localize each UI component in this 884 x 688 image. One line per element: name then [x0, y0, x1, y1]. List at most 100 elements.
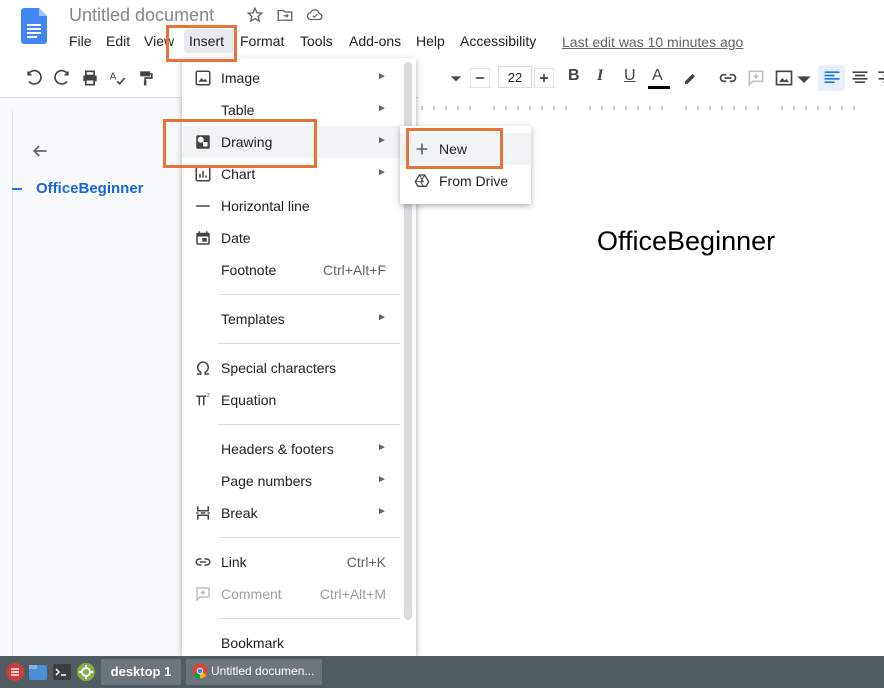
horizontal-ruler[interactable]	[418, 97, 884, 112]
menu-item-shortcut: Ctrl+Alt+F	[322, 262, 386, 278]
submenu-arrow-icon: ►	[377, 103, 387, 114]
menu-item-label: Table	[221, 102, 255, 118]
align-center-icon[interactable]	[850, 68, 870, 88]
outline-heading-item[interactable]: OfficeBeginner	[36, 180, 144, 197]
menu-item-footnote[interactable]: Footnote Ctrl+Alt+F	[182, 254, 404, 286]
font-size-input[interactable]: 22	[498, 66, 532, 88]
calendar-icon	[194, 229, 212, 247]
redo-icon[interactable]	[52, 68, 72, 88]
break-icon	[194, 504, 212, 522]
chrome-icon	[192, 663, 208, 679]
svg-text:A: A	[110, 72, 117, 83]
font-dropdown-icon[interactable]	[446, 68, 461, 88]
image-dropdown-icon[interactable]	[794, 68, 811, 88]
text-color-button[interactable]: A	[652, 67, 663, 85]
outline-current-marker	[12, 188, 22, 190]
file-manager-icon[interactable]	[28, 662, 48, 682]
last-edit-link[interactable]: Last edit was 10 minutes ago	[562, 34, 743, 50]
comment-icon	[194, 585, 212, 603]
menu-item-templates[interactable]: Templates ►	[182, 303, 404, 335]
menu-item-label: Comment	[221, 586, 282, 602]
menu-item-label: Footnote	[221, 262, 277, 278]
align-left-icon[interactable]	[822, 68, 842, 88]
spellcheck-icon[interactable]: A	[108, 68, 128, 88]
menu-tools[interactable]: Tools	[300, 33, 333, 49]
submenu-arrow-icon: ►	[377, 506, 387, 517]
menu-addons[interactable]: Add-ons	[349, 33, 401, 49]
menu-item-horizontal-line[interactable]: Horizontal line	[182, 190, 404, 222]
menu-item-bookmark[interactable]: Bookmark	[182, 627, 404, 659]
app-menu-icon[interactable]	[5, 662, 25, 682]
menu-divider	[218, 343, 400, 344]
menu-item-label: Break	[221, 505, 258, 521]
svg-text:2: 2	[207, 393, 210, 399]
menu-item-date[interactable]: Date	[182, 222, 404, 254]
move-folder-icon[interactable]	[276, 6, 294, 24]
submenu-arrow-icon: ►	[377, 167, 387, 178]
menu-item-comment[interactable]: Comment Ctrl+Alt+M	[182, 578, 404, 610]
menu-item-equation[interactable]: 2 Equation	[182, 384, 404, 416]
menu-item-label: Date	[221, 230, 251, 246]
menu-divider	[218, 537, 400, 538]
pi-icon: 2	[194, 391, 212, 409]
settings-gear-icon[interactable]	[76, 662, 96, 682]
menu-item-label: Headers & footers	[221, 441, 334, 457]
menu-item-shortcut: Ctrl+Alt+M	[319, 586, 386, 602]
document-title[interactable]: Untitled document	[69, 5, 214, 26]
submenu-arrow-icon: ►	[377, 474, 387, 485]
horizontal-line-icon	[194, 197, 212, 215]
decrease-font-size-icon[interactable]	[470, 68, 490, 88]
menu-item-image[interactable]: Image ►	[182, 62, 404, 94]
submenu-arrow-icon: ►	[377, 312, 387, 323]
menu-item-label: Equation	[221, 392, 277, 408]
submenu-arrow-icon: ►	[377, 442, 387, 453]
drive-icon	[414, 173, 430, 189]
menu-item-page-numbers[interactable]: Page numbers ►	[182, 465, 404, 497]
align-right-icon[interactable]	[876, 68, 884, 88]
insert-image-icon[interactable]	[774, 68, 794, 88]
highlight-box-drawing	[163, 119, 317, 168]
menu-item-shortcut: Ctrl+K	[346, 554, 386, 570]
menu-item-special-characters[interactable]: Special characters	[182, 352, 404, 384]
vertical-ruler[interactable]	[0, 111, 13, 656]
docs-logo-icon[interactable]	[21, 8, 47, 44]
submenu-arrow-icon: ►	[377, 71, 387, 82]
undo-icon[interactable]	[24, 68, 44, 88]
text-color-swatch	[648, 86, 670, 89]
menu-item-label: Image	[221, 70, 260, 86]
add-comment-icon[interactable]	[746, 68, 766, 88]
menu-divider	[218, 424, 400, 425]
menu-format[interactable]: Format	[240, 33, 284, 49]
omega-icon	[194, 359, 212, 377]
menu-divider	[218, 618, 400, 619]
submenu-item-from-drive[interactable]: From Drive	[400, 165, 531, 197]
highlight-icon[interactable]	[680, 68, 700, 88]
terminal-icon[interactable]	[52, 662, 72, 682]
taskbar-window-title: Untitled documen...	[211, 664, 315, 678]
menu-item-label: Page numbers	[221, 473, 313, 489]
menu-file[interactable]: File	[69, 33, 92, 49]
menu-item-link[interactable]: Link Ctrl+K	[182, 546, 404, 578]
print-icon[interactable]	[80, 68, 100, 88]
highlight-box-insert	[166, 25, 237, 62]
menu-item-label: Horizontal line	[221, 198, 310, 214]
underline-button[interactable]: U	[624, 67, 636, 85]
submenu-item-label: From Drive	[439, 173, 509, 189]
desktop-switcher-button[interactable]: desktop 1	[101, 659, 181, 685]
menu-item-break[interactable]: Break ►	[182, 497, 404, 529]
bold-button[interactable]: B	[568, 67, 580, 85]
increase-font-size-icon[interactable]	[534, 68, 554, 88]
document-body-text[interactable]: OfficeBeginner	[597, 226, 775, 257]
menu-item-label: Chart	[221, 166, 256, 182]
link-icon[interactable]	[718, 68, 738, 88]
menu-edit[interactable]: Edit	[106, 33, 130, 49]
menu-accessibility[interactable]: Accessibility	[460, 33, 536, 49]
italic-button[interactable]: I	[597, 67, 603, 85]
menu-item-label: Special characters	[221, 360, 337, 376]
menu-help[interactable]: Help	[416, 33, 445, 49]
star-icon[interactable]	[246, 6, 264, 24]
cloud-status-icon[interactable]	[306, 6, 324, 24]
paint-format-icon[interactable]	[136, 68, 156, 88]
menu-item-headers-footers[interactable]: Headers & footers ►	[182, 433, 404, 465]
back-arrow-icon[interactable]	[30, 141, 50, 161]
